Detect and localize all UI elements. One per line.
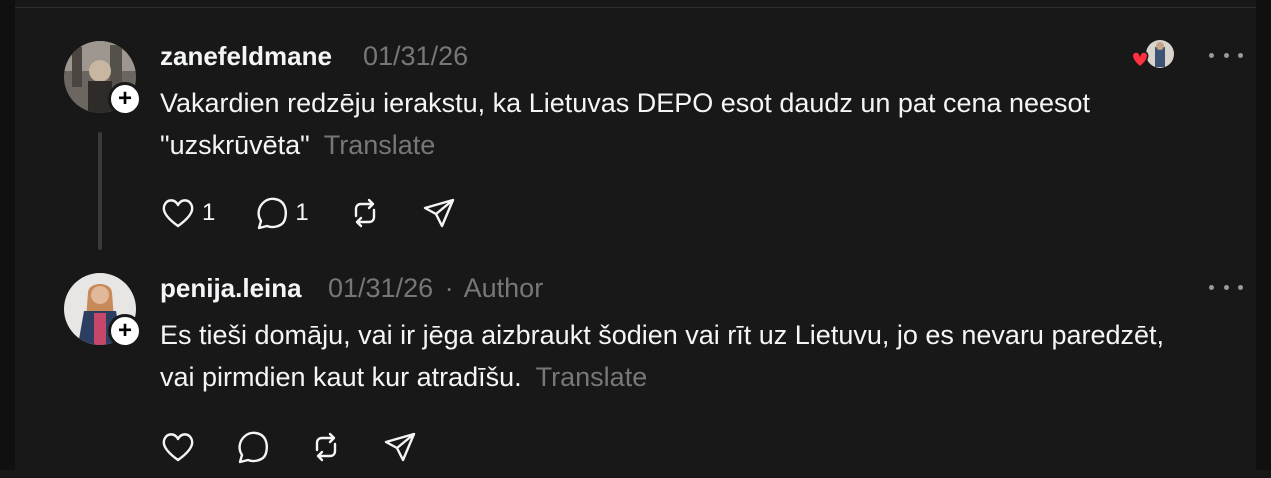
share-icon	[423, 198, 454, 228]
post-date[interactable]: 01/31/26	[363, 41, 468, 72]
like-button[interactable]: 1	[160, 196, 215, 230]
reply-button[interactable]	[234, 430, 270, 464]
reply-icon	[257, 197, 288, 230]
page-edge-right	[1256, 0, 1271, 470]
reply-icon	[238, 431, 268, 464]
thread-line	[98, 132, 102, 250]
reply-button[interactable]: 1	[253, 196, 309, 230]
repost-icon	[354, 198, 375, 228]
page-edge-left	[0, 0, 15, 470]
post-text: Es tieši domāju, vai ir jēga aizbraukt š…	[160, 314, 1190, 398]
post-text: Vakardien redzēju ierakstu, ka Lietuvas …	[160, 82, 1190, 166]
translate-link[interactable]: Translate	[324, 130, 436, 160]
translate-link[interactable]: Translate	[536, 362, 648, 392]
repost-button[interactable]	[347, 196, 383, 230]
like-button[interactable]	[160, 430, 196, 464]
repost-icon	[315, 432, 337, 462]
reply-count: 1	[295, 199, 309, 226]
share-button[interactable]	[421, 196, 457, 230]
post-meta: 01/31/26 · Author	[328, 273, 543, 304]
repost-button[interactable]	[308, 430, 344, 464]
username[interactable]: zanefeldmane	[160, 41, 332, 72]
like-count: 1	[202, 199, 216, 226]
post-actions	[160, 430, 456, 464]
heart-icon	[162, 199, 194, 228]
author-tag: Author	[463, 273, 544, 303]
plus-icon: +	[117, 317, 132, 344]
thread-panel: + zanefeldmane 01/31/26 Vakardien redzēj…	[15, 7, 1256, 478]
post-actions: 1 1	[160, 196, 495, 230]
more-options-button[interactable]	[1209, 45, 1243, 65]
username[interactable]: penija.leina	[160, 273, 302, 304]
share-button[interactable]	[382, 430, 418, 464]
heart-icon	[1131, 51, 1149, 68]
post-body: Es tieši domāju, vai ir jēga aizbraukt š…	[160, 320, 1165, 392]
share-icon	[384, 432, 416, 462]
follow-button[interactable]: +	[108, 314, 142, 348]
heart-icon	[162, 433, 194, 462]
follow-button[interactable]: +	[108, 82, 142, 116]
post-body: Vakardien redzēju ierakstu, ka Lietuvas …	[160, 88, 1091, 160]
meta-separator: ·	[444, 273, 454, 303]
liked-by-indicator[interactable]	[1128, 39, 1174, 71]
post-date[interactable]: 01/31/26	[328, 273, 433, 303]
more-options-button[interactable]	[1209, 277, 1243, 297]
plus-icon: +	[117, 85, 132, 112]
